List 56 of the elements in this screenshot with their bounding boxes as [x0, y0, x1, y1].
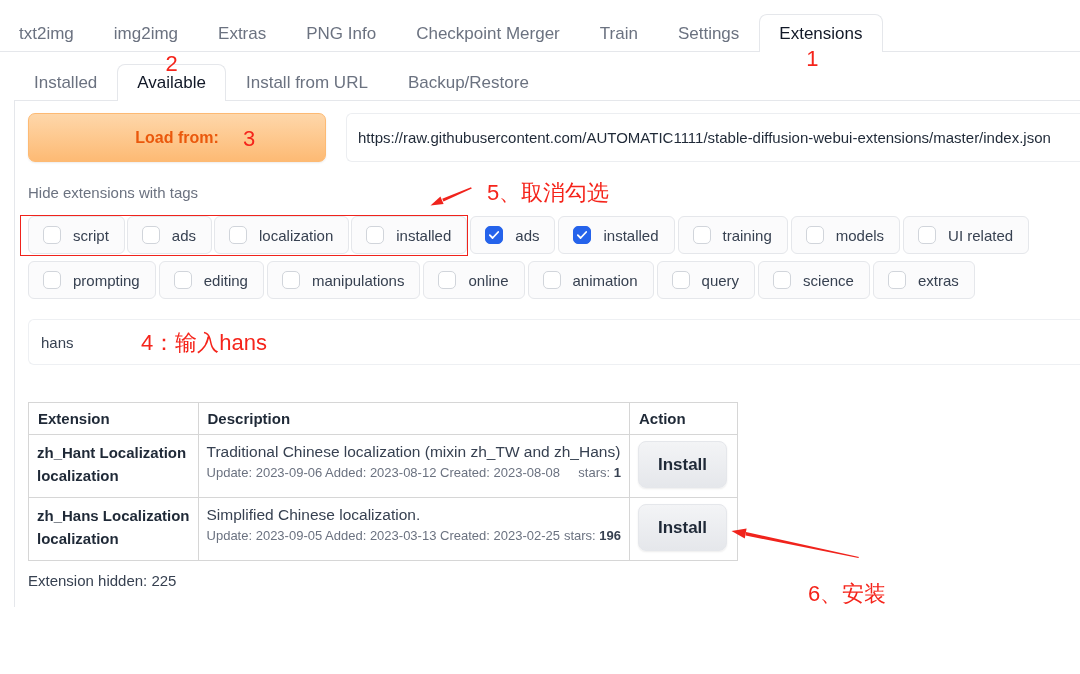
checkbox[interactable]: [573, 226, 592, 244]
star-count: stars: 1: [578, 464, 621, 482]
tag-option[interactable]: animation: [527, 261, 654, 299]
tag-filter-label: Hide extensions with tags: [28, 184, 199, 202]
extension-dates: Update: 2023-09-05 Added: 2023-03-13 Created: 2023-02-25: [206, 527, 560, 545]
extension-description: Traditional Chinese localization (mixin zh_TW and zh_Hans): [206, 442, 621, 462]
checkmark-icon: [577, 231, 588, 239]
star-count: stars: 196: [563, 527, 621, 545]
tag-option[interactable]: science: [758, 261, 870, 299]
main-tab[interactable]: Train: [579, 14, 658, 52]
annotation-label: 4：输入hans: [141, 331, 267, 355]
sub-tab[interactable]: Installed: [14, 64, 118, 101]
hidden-count-text: Extension hidden: 225: [28, 571, 177, 591]
main-tab[interactable]: img2img: [93, 14, 199, 52]
tag-option[interactable]: prompting: [28, 261, 156, 299]
main-tab[interactable]: Settings: [657, 14, 760, 52]
extension-name: zh_Hans Localization: [37, 506, 190, 526]
tag-option[interactable]: localization: [214, 216, 350, 254]
extension-tag: localization: [37, 464, 190, 487]
tag-option[interactable]: installed: [558, 216, 675, 254]
tag-option[interactable]: installed: [351, 216, 468, 254]
sub-tab[interactable]: Install from URL: [226, 64, 388, 101]
extension-dates: Update: 2023-09-06 Added: 2023-08-12 Created: 2023-08-08: [206, 464, 560, 482]
tag-option[interactable]: manipulations: [266, 261, 421, 299]
annotation-label: 5、取消勾选: [487, 181, 610, 205]
main-tab[interactable]: txt2img: [0, 14, 94, 52]
main-tab[interactable]: Extras: [198, 14, 287, 52]
tag-option[interactable]: extras: [872, 261, 975, 299]
checkmark-icon: [489, 231, 500, 239]
arrow-icon: [731, 526, 860, 558]
column-header: Description: [198, 402, 630, 435]
main-tab[interactable]: Checkpoint Merger: [396, 14, 580, 52]
tag-option[interactable]: online: [423, 261, 525, 299]
install-button[interactable]: Install: [638, 441, 727, 488]
annotation-label: 6、安装: [808, 582, 887, 606]
tag-option[interactable]: ads: [470, 216, 556, 254]
extension-name: zh_Hant Localization: [37, 443, 188, 463]
url-field[interactable]: https://raw.githubusercontent.com/AUTOMATIC1111/stable-diffusion-webui-extensions/master/index.json: [346, 113, 1080, 162]
tag-option[interactable]: script: [28, 216, 125, 254]
install-button[interactable]: Install: [638, 504, 727, 551]
arrow-icon: [430, 186, 472, 207]
column-header: Extension: [28, 402, 199, 435]
checkbox[interactable]: [485, 226, 504, 244]
main-tab[interactable]: Extensions: [759, 14, 883, 52]
tag-option[interactable]: training: [677, 216, 788, 254]
tag-option[interactable]: editing: [158, 261, 264, 299]
extension-description: Simplified Chinese localization.: [206, 505, 422, 525]
annotation-label: 3: [243, 127, 256, 151]
sub-tab[interactable]: Backup/Restore: [387, 64, 549, 101]
column-header: Action: [629, 402, 738, 435]
tag-option[interactable]: query: [656, 261, 756, 299]
tag-option[interactable]: UI related: [903, 216, 1030, 254]
tag-option[interactable]: ads: [126, 216, 213, 254]
main-tab[interactable]: PNG Info: [286, 14, 397, 52]
extension-tag: localization: [37, 527, 190, 550]
tag-option[interactable]: models: [790, 216, 901, 254]
